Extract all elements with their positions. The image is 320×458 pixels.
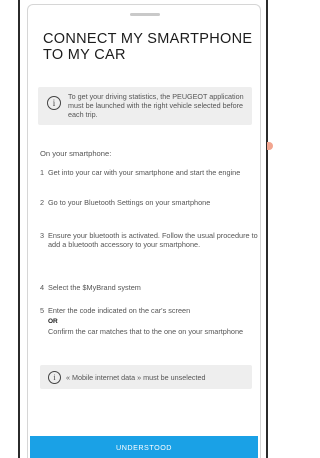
drag-handle[interactable] [130, 13, 160, 16]
step-5: 5 Enter the code indicated on the car's … [40, 306, 260, 336]
note-text: « Mobile internet data » must be unselec… [66, 372, 206, 382]
step-body: Enter the code indicated on the car's sc… [48, 306, 260, 336]
step-alt-text: Confirm the car matches that to the one … [48, 327, 244, 336]
step-text: Enter the code indicated on the car's sc… [48, 306, 191, 315]
or-label: OR [48, 318, 58, 325]
step-text: Select the $MyBrand system [48, 283, 141, 292]
step-number: 3 [40, 231, 45, 240]
section-label: On your smartphone: [40, 149, 112, 158]
step-number: 5 [40, 306, 45, 315]
info-text: To get your driving statistics, the PEUG… [68, 92, 244, 119]
step-number: 2 [40, 198, 45, 207]
info-icon: i [47, 96, 61, 110]
dialog-title: CONNECT MY SMARTPHONE TO MY CAR [43, 31, 253, 63]
step-2: 2 Go to your Bluetooth Settings on your … [40, 198, 260, 207]
step-text: Ensure your bluetooth is activated. Foll… [48, 231, 258, 249]
step-3: 3 Ensure your bluetooth is activated. Fo… [40, 231, 262, 249]
understood-button[interactable]: UNDERSTOOD [30, 436, 258, 458]
step-1: 1 Get into your car with your smartphone… [40, 168, 260, 177]
info-icon: i [48, 371, 61, 384]
step-text: Go to your Bluetooth Settings on your sm… [48, 198, 211, 207]
mobile-data-note: i « Mobile internet data » must be unsel… [40, 365, 252, 389]
scroll-indicator [267, 142, 273, 150]
phone-frame: CONNECT MY SMARTPHONE TO MY CAR i To get… [18, 0, 273, 458]
step-number: 4 [40, 283, 45, 292]
step-number: 1 [40, 168, 45, 177]
step-4: 4 Select the $MyBrand system [40, 283, 260, 292]
step-text: Get into your car with your smartphone a… [48, 168, 241, 177]
info-box: i To get your driving statistics, the PE… [38, 87, 252, 125]
